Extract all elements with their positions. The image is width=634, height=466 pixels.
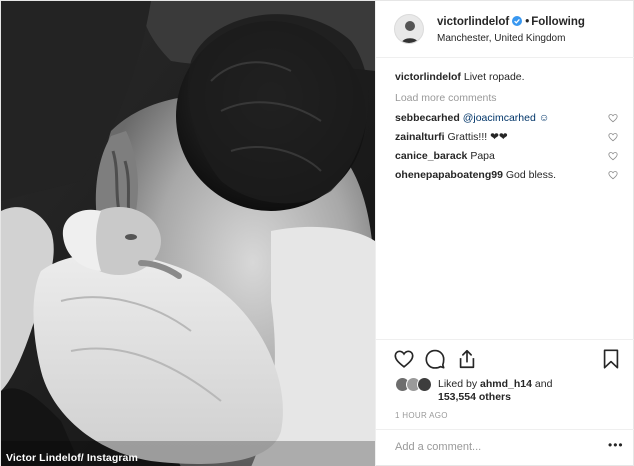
likes-summary: Liked by ahmd_h14 and 153,554 others: [438, 378, 552, 404]
more-options-button[interactable]: •••: [608, 438, 624, 452]
likers-avatars[interactable]: [395, 377, 435, 393]
comment-like-heart-icon[interactable]: [608, 170, 618, 180]
actions-divider: [376, 339, 634, 340]
comment-icon[interactable]: [424, 348, 446, 370]
photo-credit: Victor Lindelof/ Instagram: [6, 452, 138, 464]
post-caption: victorlindelof Livet ropade.: [395, 71, 525, 83]
comment-text: Papa: [470, 150, 495, 162]
comment-text: Grattis!!! ❤❤: [447, 131, 508, 143]
header-user-line: victorlindelof • Following: [437, 16, 585, 28]
post-details-panel: victorlindelof • Following Manchester, Un…: [375, 1, 634, 466]
comment-username[interactable]: ohenepapaboateng99: [395, 169, 503, 181]
comment-text[interactable]: @joacimcarhed ☺: [463, 112, 550, 124]
location-link[interactable]: Manchester, United Kingdom: [437, 33, 565, 44]
liker-avatar: [417, 377, 432, 392]
load-more-comments-button[interactable]: Load more comments: [395, 92, 497, 104]
likes-conj: and: [534, 378, 553, 390]
comment-item: sebbecarhed @joacimcarhed ☺: [395, 112, 625, 124]
comment-text: God bless.: [505, 169, 557, 181]
comment-item: zainalturfi Grattis!!! ❤❤: [395, 131, 625, 143]
avatar-image: [395, 15, 423, 43]
separator-dot: •: [525, 16, 530, 28]
comment-like-heart-icon[interactable]: [608, 113, 618, 123]
avatar[interactable]: [394, 14, 424, 44]
post-photo[interactable]: Victor Lindelof/ Instagram: [1, 1, 375, 466]
comment-like-heart-icon[interactable]: [608, 132, 618, 142]
bookmark-icon[interactable]: [600, 348, 622, 370]
likes-count-link[interactable]: 153,554 others: [438, 391, 511, 403]
add-comment-divider: [376, 429, 634, 430]
photo-image: [1, 1, 375, 466]
post-header: victorlindelof • Following Manchester, Un…: [376, 1, 634, 58]
comment-item: canice_barack Papa: [395, 150, 625, 162]
username-link[interactable]: victorlindelof: [437, 16, 509, 28]
caption-username[interactable]: victorlindelof: [395, 71, 461, 83]
heart-icon[interactable]: [393, 348, 415, 370]
instagram-post: Victor Lindelof/ Instagram victorlindelo…: [0, 0, 634, 466]
comment-username[interactable]: canice_barack: [395, 150, 467, 162]
add-comment-input[interactable]: Add a comment...: [395, 441, 481, 453]
verified-badge-icon: [512, 16, 523, 26]
following-button[interactable]: Following: [531, 16, 585, 28]
caption-text: Livet ropade.: [463, 71, 525, 83]
comment-item: ohenepapaboateng99 God bless.: [395, 169, 625, 181]
likes-prefix: Liked by: [438, 378, 478, 390]
liker-username[interactable]: ahmd_h14: [480, 378, 532, 390]
comment-username[interactable]: sebbecarhed: [395, 112, 460, 124]
comment-username[interactable]: zainalturfi: [395, 131, 445, 143]
share-icon[interactable]: [456, 348, 478, 370]
post-timestamp[interactable]: 1 HOUR AGO: [395, 411, 448, 420]
comment-like-heart-icon[interactable]: [608, 151, 618, 161]
